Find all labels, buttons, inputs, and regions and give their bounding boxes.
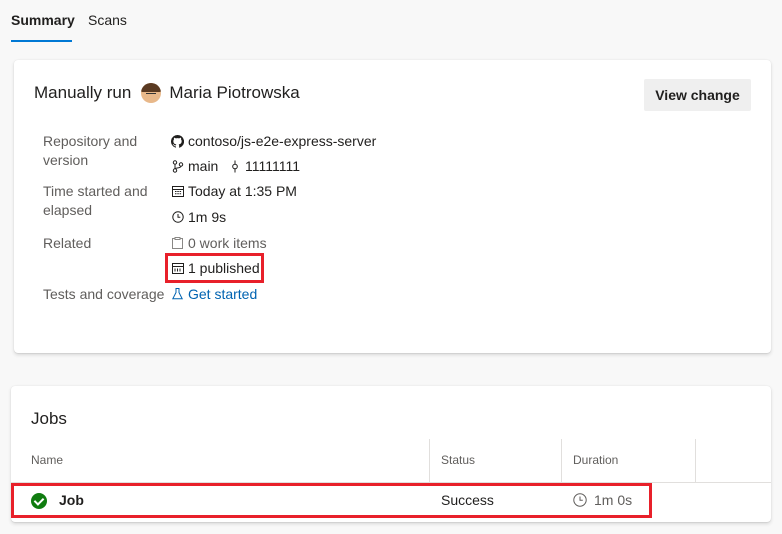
artifact-icon <box>171 262 184 275</box>
view-change-button[interactable]: View change <box>644 79 751 111</box>
repository-value[interactable]: contoso/js-e2e-express-server <box>171 133 376 149</box>
column-header-duration[interactable]: Duration <box>573 453 618 467</box>
get-started-text: Get started <box>188 286 258 302</box>
branch-icon <box>171 159 184 173</box>
run-title: Manually run Maria Piotrowska <box>34 83 300 103</box>
started-value: Today at 1:35 PM <box>171 183 297 199</box>
column-divider <box>561 439 562 483</box>
column-divider <box>429 439 430 483</box>
related-label: Related <box>43 235 92 251</box>
published-count: 1 published <box>188 260 260 276</box>
tests-coverage-label: Tests and coverage <box>43 286 165 302</box>
tab-bar: Summary Scans <box>0 0 782 44</box>
repository-label: Repository and version <box>43 133 138 168</box>
tab-summary[interactable]: Summary <box>11 12 75 28</box>
tab-scans[interactable]: Scans <box>88 12 127 28</box>
published-value[interactable]: 1 published <box>171 260 260 276</box>
job-row-highlight <box>11 483 652 518</box>
elapsed-value: 1m 9s <box>171 209 226 225</box>
branch-value[interactable]: main <box>171 158 218 174</box>
started-time: Today at 1:35 PM <box>188 183 297 199</box>
repository-name: contoso/js-e2e-express-server <box>188 133 377 149</box>
work-items-value: 0 work items <box>171 235 267 251</box>
run-summary-card: Manually run Maria Piotrowska View chang… <box>14 60 771 353</box>
get-started-link[interactable]: Get started <box>171 286 257 302</box>
active-tab-indicator <box>11 40 72 42</box>
clipboard-icon <box>171 237 184 250</box>
clock-icon <box>171 211 184 224</box>
elapsed-time: 1m 9s <box>188 209 227 225</box>
branch-name: main <box>188 158 219 174</box>
avatar <box>141 83 162 103</box>
calendar-icon <box>171 185 184 198</box>
time-label: Time started and elapsed <box>43 183 148 218</box>
column-header-status[interactable]: Status <box>441 453 475 467</box>
user-name[interactable]: Maria Piotrowska <box>169 83 299 103</box>
column-header-name[interactable]: Name <box>31 453 63 467</box>
jobs-card: Jobs Name Status Duration Job Success 1m… <box>11 386 771 522</box>
github-icon <box>171 134 184 148</box>
jobs-heading: Jobs <box>31 409 67 428</box>
column-divider <box>695 439 696 483</box>
commit-value[interactable]: 11111111 <box>228 158 300 174</box>
flask-icon <box>171 288 184 301</box>
commit-icon <box>228 160 241 173</box>
run-title-prefix: Manually run <box>34 83 132 102</box>
commit-id: 11111111 <box>245 158 301 174</box>
work-items-count: 0 work items <box>188 235 267 251</box>
